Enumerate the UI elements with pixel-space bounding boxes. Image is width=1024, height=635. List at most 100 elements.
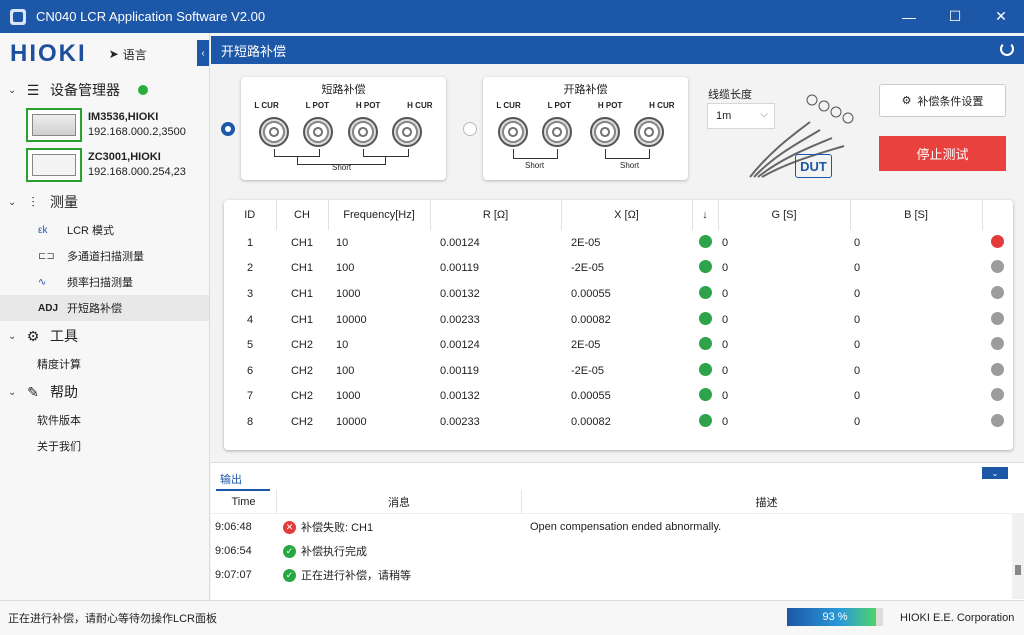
log-time: 9:06:48 [215, 521, 252, 533]
col-ch[interactable]: CH [276, 200, 329, 230]
nav-measure[interactable]: ⌄ ⫶ 测量 [0, 187, 209, 217]
refresh-icon[interactable] [1000, 42, 1014, 56]
cell-ok-indicator [692, 256, 718, 282]
row-status-dot[interactable] [991, 311, 1004, 325]
output-panel: 输出 ⌄ Time 消息 描述 9:06:48 ✕ 补偿失败: CH1 Open co… [211, 462, 1024, 600]
lcr-icon: εk [38, 224, 48, 236]
cell-x: -2E-05 [571, 364, 605, 377]
row-status-dot[interactable] [991, 285, 1004, 299]
table-row[interactable]: 2 CH1 100 0.00119 -2E-05 0 0 [224, 256, 1013, 282]
row-status-dot[interactable] [991, 362, 1004, 376]
nav-help-label: 帮助 [50, 384, 78, 400]
cell-r: 0.00233 [440, 415, 480, 428]
compensation-table: ID CH Frequency[Hz] R [Ω] X [Ω] ↓ G [S] … [224, 200, 1013, 450]
col-g[interactable]: G [S] [718, 200, 851, 230]
cell-r: 0.00119 [440, 364, 479, 377]
short-compensation-radio[interactable] [221, 122, 235, 136]
col-sort[interactable]: ↓ [692, 200, 719, 230]
device-item-zc3001[interactable]: ZC3001,HIOKI 192.168.000.254,23 [0, 147, 209, 183]
output-scrollbar[interactable] [1012, 513, 1024, 599]
sidebar-item-label: 精度计算 [37, 359, 81, 371]
cell-b: 0 [854, 364, 861, 377]
cell-b: 0 [854, 390, 861, 403]
sliders-icon: ⫶ [31, 193, 35, 210]
sidebar-item-about-us[interactable]: 关于我们 [0, 433, 209, 459]
short-wire [274, 149, 320, 157]
sidebar-item-accuracy-calc[interactable]: 精度计算 [0, 351, 209, 377]
row-status-dot[interactable] [991, 260, 1004, 274]
col-x[interactable]: X [Ω] [561, 200, 693, 230]
cell-x: -2E-05 [571, 262, 605, 275]
sidebar-item-label: 软件版本 [37, 415, 81, 427]
nav-help[interactable]: ⌄ ✎ 帮助 [0, 377, 209, 407]
table-row[interactable]: 7 CH2 1000 0.00132 0.00055 0 0 [224, 384, 1013, 410]
short-label: Short [620, 161, 640, 170]
cell-b: 0 [854, 339, 861, 352]
col-status [982, 200, 1013, 230]
nav-device-manager[interactable]: ⌄ ☰ 设备管理器 [0, 75, 209, 105]
minimize-button[interactable]: — [886, 0, 932, 33]
open-compensation-radio[interactable] [463, 122, 477, 136]
cell-g: 0 [722, 262, 729, 275]
cell-r: 0.00132 [440, 390, 480, 403]
compensation-settings-button[interactable]: ⚙ 补偿条件设置 [879, 84, 1006, 117]
table-row[interactable]: 1 CH1 10 0.00124 2E-05 0 0 [224, 230, 1013, 256]
bnc-connector-icon [259, 117, 289, 147]
cell-b: 0 [854, 262, 861, 275]
col-r[interactable]: R [Ω] [430, 200, 562, 230]
close-button[interactable]: ✕ [978, 0, 1024, 33]
port-label: L CUR [254, 101, 279, 110]
row-status-dot[interactable] [991, 337, 1004, 351]
cell-ok-indicator [692, 409, 718, 435]
table-row[interactable]: 5 CH2 10 0.00124 2E-05 0 0 [224, 332, 1013, 358]
col-id[interactable]: ID [224, 200, 277, 230]
row-status-dot[interactable] [991, 234, 1004, 248]
table-row[interactable]: 3 CH1 1000 0.00132 0.00055 0 0 [224, 281, 1013, 307]
sidebar-item-multichannel-scan[interactable]: ⊏⊐ 多通道扫描测量 [0, 243, 209, 269]
col-b[interactable]: B [S] [850, 200, 983, 230]
device-name: IM3536,HIOKI [88, 111, 159, 123]
sidebar-collapse-button[interactable]: ‹ [197, 40, 209, 66]
output-log-row: 9:07:07 ✓ 正在进行补偿，请稍等 [211, 563, 1011, 587]
table-row[interactable]: 8 CH2 10000 0.00233 0.00082 0 0 [224, 409, 1013, 435]
cell-x: 2E-05 [571, 236, 601, 249]
cell-id: 2 [246, 262, 254, 275]
tab-output[interactable]: 输出 [216, 469, 270, 491]
short-wire [363, 149, 409, 157]
nav-tools[interactable]: ⌄ ⚙ 工具 [0, 321, 209, 351]
row-status-dot[interactable] [991, 388, 1004, 402]
device-thumbnail [26, 148, 82, 182]
device-item-im3536[interactable]: IM3536,HIOKI 192.168.000.2,3500 [0, 107, 209, 143]
sidebar-item-frequency-sweep[interactable]: ∿ 频率扫描测量 [0, 269, 209, 295]
table-row[interactable]: 4 CH1 10000 0.00233 0.00082 0 0 [224, 307, 1013, 333]
row-status-dot[interactable] [991, 413, 1004, 427]
status-message: 正在进行补偿，请耐心等待勿操作LCR面板 [8, 613, 218, 625]
cell-status-indicator [982, 230, 1013, 256]
chevron-down-icon: ⌄ [8, 386, 17, 398]
app-icon [10, 8, 26, 25]
stop-test-button[interactable]: 停止测试 [879, 136, 1006, 171]
ok-status-dot [698, 234, 712, 248]
sidebar-item-lcr-mode[interactable]: εk LCR 模式 [0, 217, 209, 243]
sidebar-item-open-short-compensation[interactable]: ADJ 开短路补偿 [0, 295, 209, 321]
sidebar-item-software-version[interactable]: 软件版本 [0, 407, 209, 433]
cell-b: 0 [854, 287, 861, 300]
table-row[interactable]: 6 CH2 100 0.00119 -2E-05 0 0 [224, 358, 1013, 384]
chart-icon: ∿ [38, 276, 47, 288]
sidebar-item-label: 频率扫描测量 [67, 277, 133, 289]
cell-b: 0 [854, 415, 861, 428]
language-button[interactable]: ➤ 语言 [109, 46, 147, 63]
table-header-row: ID CH Frequency[Hz] R [Ω] X [Ω] ↓ G [S] … [224, 200, 1013, 230]
maximize-button[interactable]: ☐ [932, 0, 978, 33]
nav-tools-label: 工具 [50, 328, 78, 344]
cell-ch: CH2 [290, 364, 313, 377]
collapse-output-button[interactable]: ⌄ [982, 467, 1008, 479]
cell-r: 0.00119 [440, 262, 479, 275]
cell-status-indicator [982, 409, 1013, 435]
cell-ch: CH1 [290, 313, 313, 326]
cell-status-indicator [982, 384, 1013, 410]
port-label: H POT [597, 101, 623, 110]
bnc-connector-icon [303, 117, 333, 147]
col-frequency[interactable]: Frequency[Hz] [328, 200, 431, 230]
cable-length-value: 1m [716, 110, 732, 122]
